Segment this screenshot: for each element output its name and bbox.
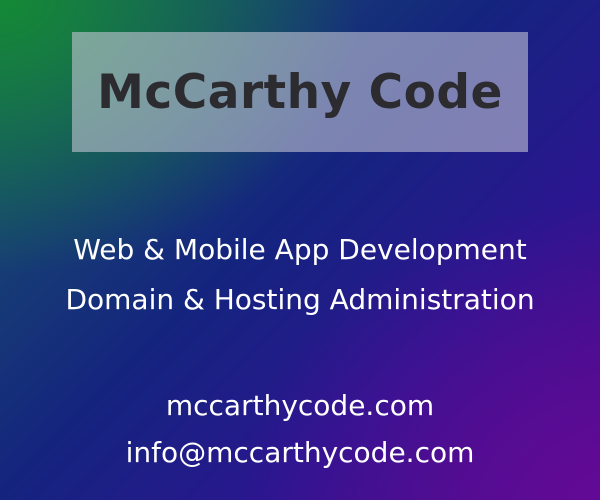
services-list: Web & Mobile App Development Domain & Ho… — [0, 225, 600, 325]
brand-name: McCarthy Code — [97, 64, 503, 120]
service-domain-hosting: Domain & Hosting Administration — [65, 283, 535, 316]
service-app-development: Web & Mobile App Development — [73, 233, 527, 266]
brand-banner: McCarthy Code — [72, 32, 528, 152]
email-text: info@mccarthycode.com — [125, 436, 475, 469]
website-text: mccarthycode.com — [165, 389, 435, 422]
contact-info: mccarthycode.com info@mccarthycode.com — [0, 382, 600, 476]
